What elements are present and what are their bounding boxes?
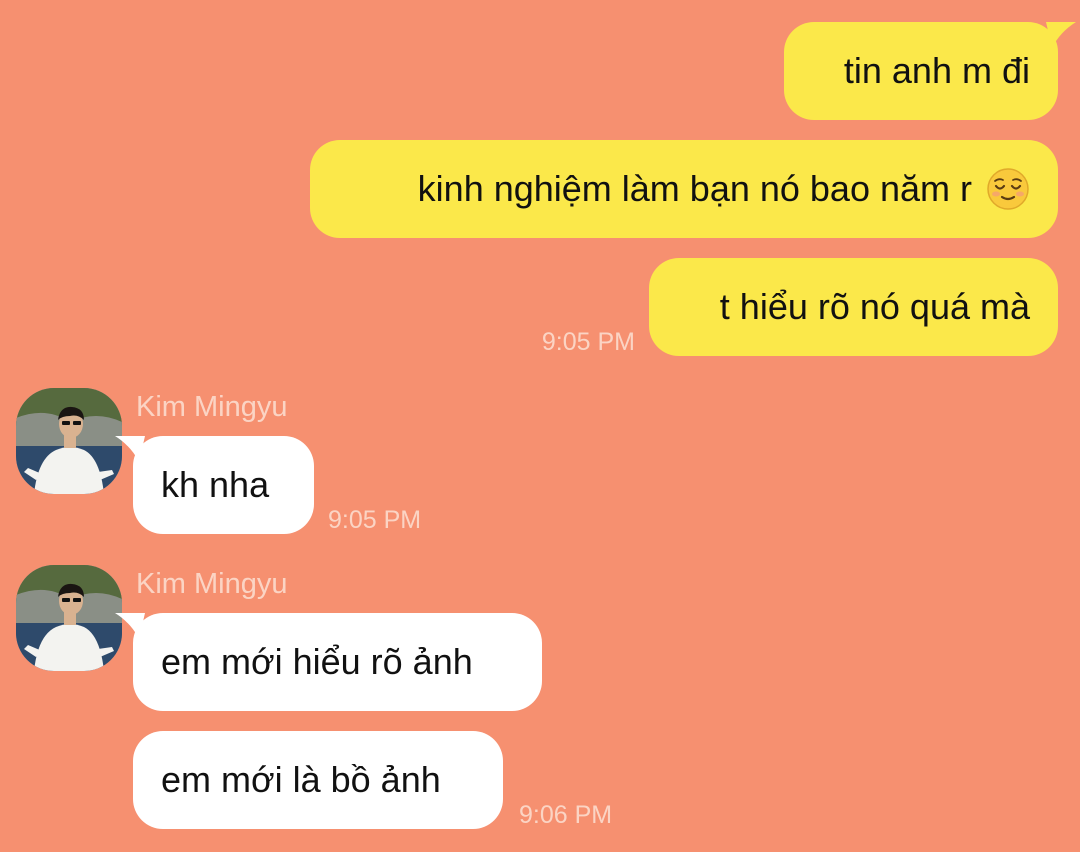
bubble-tail bbox=[115, 436, 145, 462]
bubble-tail bbox=[115, 613, 145, 639]
profile-photo-icon bbox=[16, 388, 122, 494]
message-timestamp: 9:06 PM bbox=[519, 801, 613, 829]
avatar[interactable] bbox=[16, 565, 122, 671]
message-text: kh nha bbox=[161, 464, 270, 505]
bubble-tail bbox=[1046, 22, 1076, 48]
outgoing-message-bubble[interactable]: kinh nghiệm làm bạn nó bao năm r bbox=[310, 140, 1058, 238]
message-text: em mới là bồ ảnh bbox=[161, 759, 441, 800]
relieved-face-emoji-icon bbox=[987, 168, 1029, 210]
outgoing-message-bubble[interactable]: t hiểu rõ nó quá mà bbox=[649, 258, 1058, 356]
message-text: kinh nghiệm làm bạn nó bao năm r bbox=[417, 168, 972, 209]
avatar[interactable] bbox=[16, 388, 122, 494]
profile-photo-icon bbox=[16, 565, 122, 671]
incoming-message-bubble[interactable]: em mới hiểu rõ ảnh bbox=[115, 613, 542, 711]
message-timestamp: 9:05 PM bbox=[328, 506, 422, 534]
incoming-message-bubble[interactable]: em mới là bồ ảnh bbox=[133, 731, 503, 829]
message-text: tin anh m đi bbox=[843, 50, 1030, 91]
message-text: em mới hiểu rõ ảnh bbox=[161, 641, 473, 682]
message-text: t hiểu rõ nó quá mà bbox=[719, 286, 1030, 327]
outgoing-message-bubble[interactable]: tin anh m đi bbox=[784, 22, 1076, 120]
chat-area[interactable]: tin anh m đi kinh nghiệm làm bạn nó bao … bbox=[0, 0, 1080, 852]
incoming-message-bubble[interactable]: kh nha bbox=[115, 436, 314, 534]
sender-name: Kim Mingyu bbox=[136, 568, 288, 600]
sender-name: Kim Mingyu bbox=[136, 391, 288, 423]
message-timestamp: 9:05 PM bbox=[541, 328, 635, 356]
